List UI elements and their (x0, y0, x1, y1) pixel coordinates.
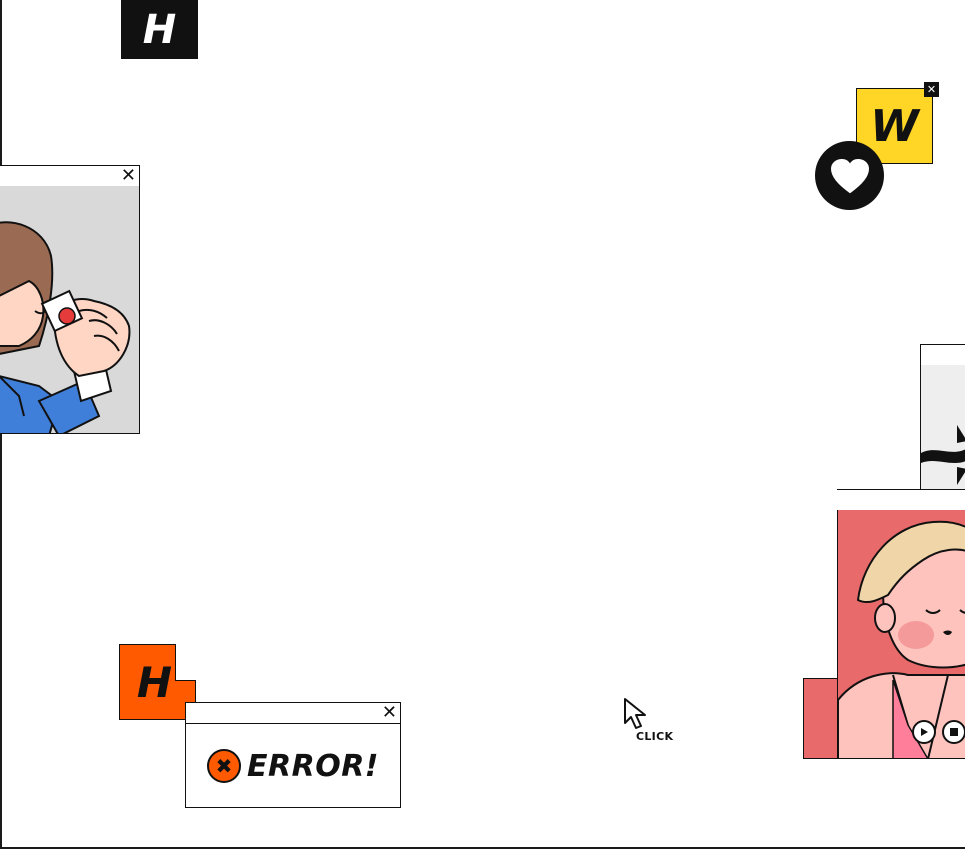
heart-icon (830, 158, 869, 193)
close-icon[interactable]: ✕ (121, 166, 136, 186)
click-label: CLICK (636, 730, 674, 743)
cursor-icon (624, 698, 646, 729)
heart-button[interactable] (815, 141, 884, 210)
close-icon[interactable]: ✕ (382, 703, 397, 723)
error-body: ✖ ERROR! (186, 724, 400, 808)
h-logo-letter: H (136, 657, 173, 707)
error-x-icon: ✖ (207, 749, 241, 783)
w-logo-letter: W (870, 100, 919, 152)
stop-icon (950, 728, 958, 736)
window-titlebar[interactable]: ✕ (0, 166, 139, 187)
pink-window-titlebar[interactable] (837, 489, 965, 511)
error-message: ERROR! (247, 748, 379, 784)
close-icon[interactable]: ✕ (924, 82, 939, 97)
pink-character-window[interactable] (837, 510, 965, 759)
person-with-card-illustration (0, 186, 139, 433)
window-titlebar[interactable]: ✕ (186, 703, 400, 724)
abstract-illustration (921, 365, 965, 493)
illustration-window-left[interactable]: ✕ (0, 165, 140, 434)
stop-button[interactable] (942, 720, 965, 744)
h-logo-tile-black[interactable]: H (121, 0, 198, 59)
h-logo-letter: H (142, 6, 177, 53)
window-titlebar[interactable] (921, 345, 965, 366)
play-button[interactable] (912, 720, 936, 744)
illustration-window-right-top[interactable] (920, 344, 965, 494)
error-window[interactable]: ✕ ✖ ERROR! (185, 702, 401, 808)
play-icon (921, 728, 928, 736)
